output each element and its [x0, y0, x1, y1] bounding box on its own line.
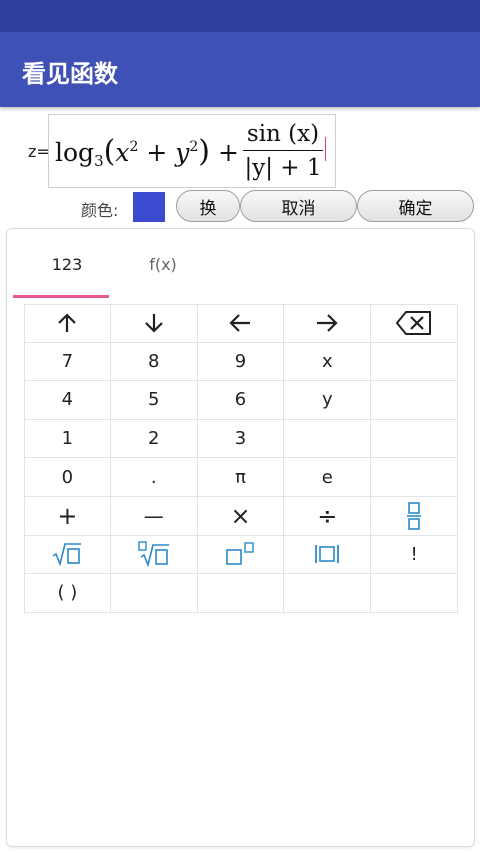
- key-power[interactable]: [197, 535, 285, 575]
- key-nth-root[interactable]: [110, 535, 198, 575]
- key-multiply[interactable]: ×: [197, 497, 285, 536]
- key-sqrt[interactable]: [24, 535, 111, 575]
- key-empty: [284, 419, 372, 459]
- key-4[interactable]: 4: [24, 381, 111, 420]
- key-divide[interactable]: ÷: [284, 497, 372, 536]
- tab-123[interactable]: 123: [19, 229, 115, 299]
- key-plus[interactable]: +: [24, 497, 111, 536]
- formula-fraction: sin (x) |y| + 1: [243, 119, 323, 183]
- key-8[interactable]: 8: [110, 342, 198, 382]
- key-pi[interactable]: π: [197, 458, 285, 497]
- key-arrow-left[interactable]: [197, 304, 285, 343]
- key-empty: [371, 381, 458, 420]
- tab-fx[interactable]: f(x): [115, 229, 211, 299]
- key-backspace[interactable]: [371, 304, 458, 343]
- app-bar: 看见函数: [0, 32, 480, 107]
- status-bar: [0, 0, 480, 32]
- key-0[interactable]: 0: [24, 458, 111, 497]
- key-y[interactable]: y: [284, 381, 372, 420]
- color-label: 颜色:: [81, 201, 119, 220]
- text-cursor: [325, 137, 326, 161]
- formula-prefix: z=: [28, 142, 50, 161]
- formula-numerator: sin (x): [246, 121, 320, 147]
- power-icon: [226, 542, 255, 566]
- key-parentheses[interactable]: ( ): [24, 574, 111, 613]
- key-empty: [371, 342, 458, 382]
- key-empty: [197, 574, 285, 613]
- key-grid: 7 8 9 x 4 5 6 y 1 2 3 0 . π e + — × ÷ ! …: [24, 304, 458, 613]
- key-decimal[interactable]: .: [110, 458, 198, 497]
- formula-denominator: |y| + 1: [244, 155, 322, 181]
- color-swatch[interactable]: [133, 192, 165, 222]
- key-fraction[interactable]: [371, 497, 458, 536]
- key-empty: [371, 419, 458, 459]
- formula-row: z= log3(x2 + y2) + sin (x) |y| + 1: [0, 112, 480, 190]
- key-9[interactable]: 9: [197, 342, 285, 382]
- key-empty: [284, 574, 372, 613]
- keyboard-tabs: 123 f(x): [13, 229, 213, 299]
- key-empty: [371, 458, 458, 497]
- fraction-icon: [407, 501, 422, 530]
- key-minus[interactable]: —: [110, 497, 198, 536]
- nth-root-icon: [137, 541, 169, 568]
- cancel-button[interactable]: 取消: [240, 190, 357, 222]
- key-3[interactable]: 3: [197, 419, 285, 459]
- key-arrow-up[interactable]: [24, 304, 111, 343]
- key-arrow-down[interactable]: [110, 304, 198, 343]
- key-2[interactable]: 2: [110, 419, 198, 459]
- key-factorial[interactable]: !: [371, 535, 458, 575]
- swap-button[interactable]: 换: [176, 190, 240, 222]
- arrow-down-icon: [144, 314, 163, 333]
- arrow-left-icon: [229, 314, 251, 333]
- arrow-up-icon: [58, 313, 77, 333]
- key-7[interactable]: 7: [24, 342, 111, 382]
- formula-editor[interactable]: log3(x2 + y2) + sin (x) |y| + 1: [48, 114, 336, 188]
- app-title: 看见函数: [22, 60, 118, 88]
- color-row: 颜色: 换 取消 确定: [0, 190, 480, 224]
- key-6[interactable]: 6: [197, 381, 285, 420]
- key-x[interactable]: x: [284, 342, 372, 382]
- key-e[interactable]: e: [284, 458, 372, 497]
- key-empty: [110, 574, 198, 613]
- arrow-right-icon: [317, 314, 338, 333]
- absolute-value-icon: [315, 545, 340, 564]
- fraction-bar: [243, 150, 323, 151]
- formula-log-term: log3(x2 + y2) +: [55, 134, 239, 170]
- square-root-icon: [52, 543, 82, 567]
- key-abs[interactable]: [284, 535, 372, 575]
- key-1[interactable]: 1: [24, 419, 111, 459]
- backspace-icon: [396, 311, 432, 336]
- active-tab-indicator: [13, 295, 109, 298]
- key-5[interactable]: 5: [110, 381, 198, 420]
- key-empty: [371, 574, 458, 613]
- key-arrow-right[interactable]: [284, 304, 372, 343]
- confirm-button[interactable]: 确定: [357, 190, 474, 222]
- math-keyboard: 123 f(x) 7 8 9 x 4 5 6 y 1 2 3 0 . π e +…: [6, 228, 475, 847]
